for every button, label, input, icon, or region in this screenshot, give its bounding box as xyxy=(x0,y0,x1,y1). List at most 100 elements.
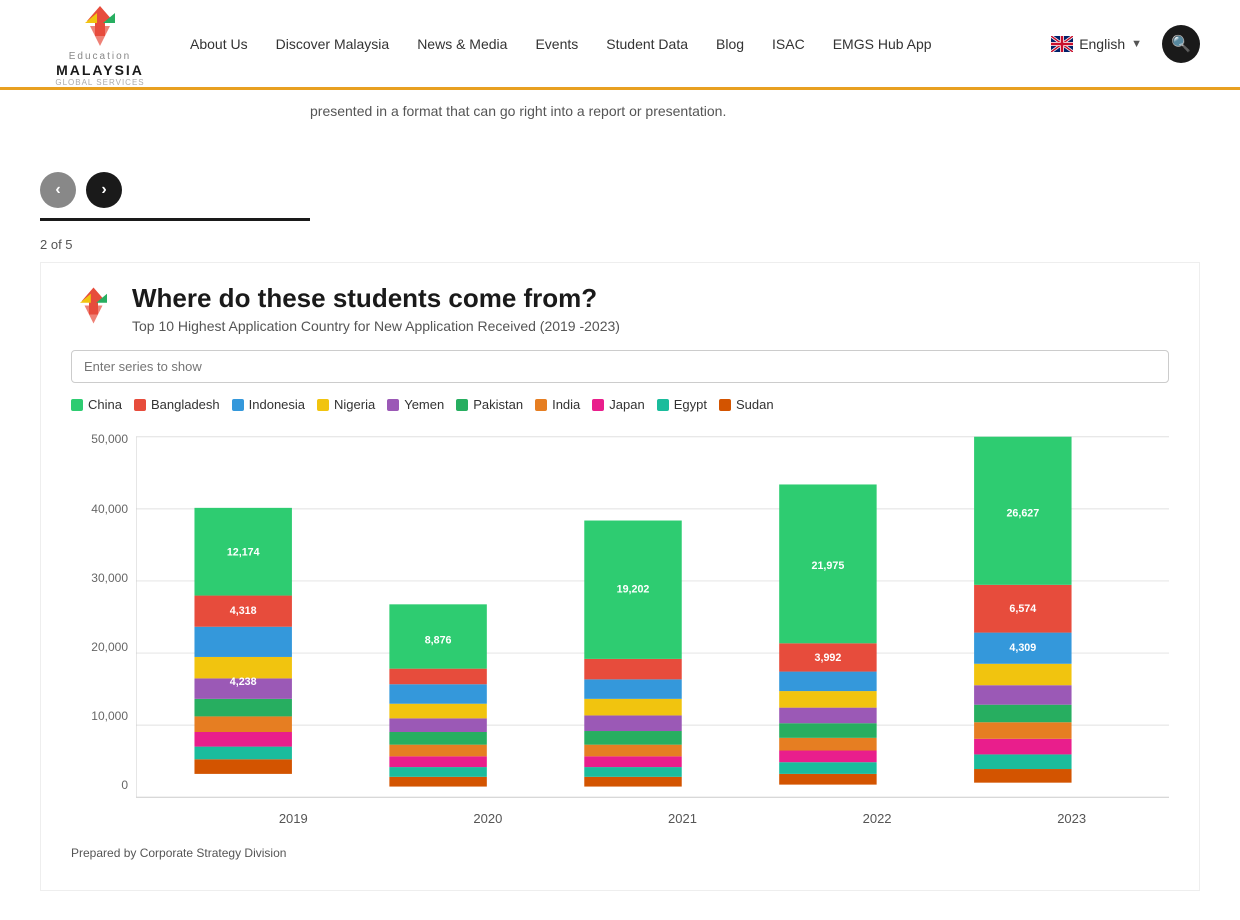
bar-2022-egypt xyxy=(779,763,876,775)
chart-plot-area: 4,238 4,318 12,174 8,876 xyxy=(136,432,1169,826)
bar-2021-indonesia xyxy=(584,680,681,699)
legend-dot-sudan xyxy=(719,399,731,411)
language-dropdown-arrow: ▼ xyxy=(1131,38,1142,50)
legend-label-japan: Japan xyxy=(609,397,644,412)
chart-subtitle: Top 10 Highest Application Country for N… xyxy=(132,318,620,334)
bar-2021-sudan xyxy=(584,777,681,787)
bar-label-2019-indonesia: 4,238 xyxy=(230,677,257,689)
bar-2022-india xyxy=(779,738,876,751)
y-label-30000: 30,000 xyxy=(91,571,128,585)
chart-titles: Where do these students come from? Top 1… xyxy=(132,283,620,334)
bar-2021-pakistan xyxy=(584,731,681,745)
nav-events[interactable]: Events xyxy=(535,36,578,52)
legend-dot-nigeria xyxy=(317,399,329,411)
bar-2023-sudan xyxy=(974,769,1071,783)
legend-dot-bangladesh xyxy=(134,399,146,411)
chart-svg: 4,238 4,318 12,174 8,876 xyxy=(136,432,1169,802)
header: Education MALAYSIA GLOBAL SERVICES About… xyxy=(0,0,1240,90)
legend-label-pakistan: Pakistan xyxy=(473,397,523,412)
bar-2021-india xyxy=(584,745,681,757)
language-selector[interactable]: English ▼ xyxy=(1051,36,1142,52)
bar-2022-pakistan xyxy=(779,724,876,739)
bar-2020-pakistan xyxy=(389,732,486,745)
y-label-20000: 20,000 xyxy=(91,640,128,654)
next-arrow-icon: › xyxy=(101,181,106,199)
legend-japan: Japan xyxy=(592,397,644,412)
x-label-2020: 2020 xyxy=(438,811,538,826)
legend-nigeria: Nigeria xyxy=(317,397,375,412)
bar-2020-indonesia xyxy=(389,685,486,704)
bar-2020-bangladesh xyxy=(389,669,486,685)
bar-label-2022-bangladesh: 3,992 xyxy=(815,652,842,664)
legend-pakistan: Pakistan xyxy=(456,397,523,412)
series-input[interactable] xyxy=(71,350,1169,383)
legend-label-india: India xyxy=(552,397,580,412)
search-button[interactable]: 🔍 xyxy=(1162,25,1200,63)
legend-dot-indonesia xyxy=(232,399,244,411)
bar-2021-nigeria xyxy=(584,699,681,716)
bar-2022-yemen xyxy=(779,708,876,724)
legend-india: India xyxy=(535,397,580,412)
bar-2022-indonesia xyxy=(779,672,876,691)
chart-title: Where do these students come from? xyxy=(132,283,620,314)
bar-2019-sudan xyxy=(194,760,291,775)
bar-2019-nigeria xyxy=(194,657,291,678)
legend-label-sudan: Sudan xyxy=(736,397,774,412)
bar-2020-nigeria xyxy=(389,704,486,719)
bar-2023-yemen xyxy=(974,686,1071,705)
legend-yemen: Yemen xyxy=(387,397,444,412)
bar-2019-indonesia xyxy=(194,627,291,657)
language-label: English xyxy=(1079,36,1125,52)
bar-label-2023-indonesia: 4,309 xyxy=(1009,642,1036,654)
chart-section: Where do these students come from? Top 1… xyxy=(40,262,1200,891)
bar-2022-sudan xyxy=(779,774,876,785)
nav-about-us[interactable]: About Us xyxy=(190,36,248,52)
x-axis-labels: 2019 2020 2021 2022 2023 xyxy=(136,811,1169,826)
bar-2021-japan xyxy=(584,757,681,768)
bar-2020-egypt xyxy=(389,767,486,777)
bar-2020-yemen xyxy=(389,719,486,733)
bar-2019-india xyxy=(194,717,291,733)
nav-blog[interactable]: Blog xyxy=(716,36,744,52)
y-label-40000: 40,000 xyxy=(91,502,128,516)
search-icon: 🔍 xyxy=(1171,34,1191,54)
legend-label-bangladesh: Bangladesh xyxy=(151,397,220,412)
bar-label-2023-bangladesh: 6,574 xyxy=(1009,604,1036,616)
chart-header: Where do these students come from? Top 1… xyxy=(71,283,1169,334)
logo: Education MALAYSIA GLOBAL SERVICES xyxy=(40,1,160,87)
bar-2020-sudan xyxy=(389,777,486,787)
bar-2022-japan xyxy=(779,751,876,763)
nav-isac[interactable]: ISAC xyxy=(772,36,805,52)
bar-2021-yemen xyxy=(584,716,681,732)
bar-2023-nigeria xyxy=(974,664,1071,685)
intro-text: presented in a format that can go right … xyxy=(40,90,1200,142)
nav-discover-malaysia[interactable]: Discover Malaysia xyxy=(276,36,390,52)
legend-sudan: Sudan xyxy=(719,397,774,412)
legend-dot-yemen xyxy=(387,399,399,411)
legend-label-china: China xyxy=(88,397,122,412)
nav-news-media[interactable]: News & Media xyxy=(417,36,507,52)
content-area: presented in a format that can go right … xyxy=(0,90,1240,891)
legend-egypt: Egypt xyxy=(657,397,707,412)
legend-dot-japan xyxy=(592,399,604,411)
bar-2019-japan xyxy=(194,732,291,747)
carousel-prev-button[interactable]: ‹ xyxy=(40,172,76,208)
carousel-next-button[interactable]: › xyxy=(86,172,122,208)
legend-dot-pakistan xyxy=(456,399,468,411)
main-nav: About Us Discover Malaysia News & Media … xyxy=(190,36,1051,52)
legend-bangladesh: Bangladesh xyxy=(134,397,220,412)
chart-logo-icon xyxy=(71,283,116,328)
legend-china: China xyxy=(71,397,122,412)
nav-emgs-hub[interactable]: EMGS Hub App xyxy=(833,36,932,52)
prev-arrow-icon: ‹ xyxy=(55,181,60,199)
chart-legend: China Bangladesh Indonesia Nigeria Yemen… xyxy=(71,397,1169,412)
bar-2023-pakistan xyxy=(974,705,1071,723)
nav-student-data[interactable]: Student Data xyxy=(606,36,688,52)
footer-text: Prepared by Corporate Strategy Division xyxy=(71,846,1169,860)
bar-label-2019-bangladesh: 4,318 xyxy=(230,605,257,617)
bar-2021-egypt xyxy=(584,767,681,777)
x-label-2022: 2022 xyxy=(827,811,927,826)
legend-label-nigeria: Nigeria xyxy=(334,397,375,412)
bar-2019-egypt xyxy=(194,747,291,760)
bar-label-2023-china: 26,627 xyxy=(1006,508,1039,520)
